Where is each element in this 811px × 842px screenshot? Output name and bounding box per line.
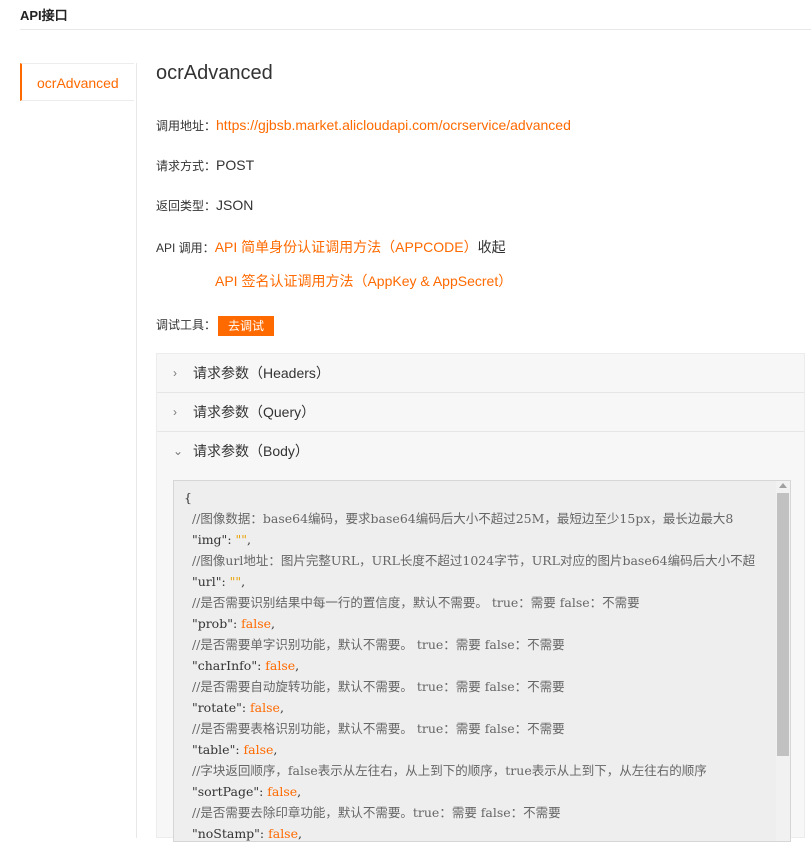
url-row: 调用地址：https://gjbsb.market.alicloudapi.co… [156, 117, 571, 134]
header-divider [20, 29, 811, 30]
chevron-right-icon: › [173, 366, 177, 380]
accordion-body[interactable]: ⌄ 请求参数（Body） [157, 432, 804, 470]
chevron-right-icon: › [173, 405, 177, 419]
code-comment: //是否需要表格识别功能，默认不需要。 true：需要 false：不需要 [191, 721, 565, 736]
code-key: "img" [191, 532, 228, 547]
code-comment: //是否需要自动旋转功能，默认不需要。 true：需要 false：不需要 [191, 679, 565, 694]
invoke-label: API 调用： [156, 241, 215, 255]
chevron-down-icon: ⌄ [173, 444, 184, 458]
method-label: 请求方式： [156, 159, 217, 173]
code-key: "prob" [191, 616, 233, 631]
code-field-line: "sortPage": false, [191, 784, 302, 799]
code-comment-line: //字块返回顺序，false表示从左往右，从上到下的顺序，true表示从上到下，… [184, 763, 707, 778]
code-comment-line: //图像数据：base64编码，要求base64编码后大小不超过25M，最短边至… [184, 511, 733, 526]
code-field-line: "url": "", [191, 574, 246, 589]
code-value: "" [229, 574, 242, 589]
accordion-headers[interactable]: › 请求参数（Headers） [157, 354, 804, 393]
code-value: false [268, 826, 298, 841]
accordion-query[interactable]: › 请求参数（Query） [157, 393, 804, 432]
code-key: "noStamp" [191, 826, 260, 841]
url-label: 调用地址： [156, 119, 217, 133]
code-key: "rotate" [191, 700, 242, 715]
appcode-method-link[interactable]: API 简单身份认证调用方法（APPCODE） [215, 239, 478, 255]
code-open-brace: { [184, 490, 192, 505]
code-comment: //字块返回顺序，false表示从左往右，从上到下的顺序，true表示从上到下，… [191, 763, 707, 778]
code-key: "charInfo" [191, 658, 258, 673]
code-value: false [267, 784, 298, 799]
code-comment-line: //是否需要去除印章功能，默认不需要。true：需要 false：不需要 [184, 805, 561, 820]
code-comment-line: //是否需要自动旋转功能，默认不需要。 true：需要 false：不需要 [184, 679, 565, 694]
api-url-link[interactable]: https://gjbsb.market.alicloudapi.com/ocr… [216, 117, 571, 133]
code-content: { //图像数据：base64编码，要求base64编码后大小不超过25M，最短… [174, 481, 790, 841]
scroll-thumb[interactable] [777, 493, 789, 756]
code-value: false [250, 700, 280, 715]
debug-label: 调试工具： [156, 318, 217, 333]
code-field-line: "table": false, [191, 742, 278, 757]
method-row: 请求方式：POST [156, 157, 254, 174]
accordion-headers-label: 请求参数（Headers） [193, 365, 330, 381]
debug-button[interactable]: 去调试 [218, 316, 275, 336]
return-type-label: 返回类型： [156, 199, 217, 213]
code-value: "" [235, 532, 248, 547]
code-scrollbar[interactable] [776, 481, 790, 841]
invoke-row-2: API 签名认证调用方法（AppKey & AppSecret） [215, 271, 512, 291]
code-field-line: "img": "", [191, 532, 251, 547]
code-comment: //是否需要识别结果中每一行的置信度，默认不需要。 true：需要 false：… [191, 595, 640, 610]
sidebar: ocrAdvanced [20, 63, 137, 838]
return-type-row: 返回类型：JSON [156, 197, 253, 214]
code-value: false [243, 742, 274, 757]
invoke-row: API 调用：API 简单身份认证调用方法（APPCODE）收起 [156, 237, 506, 257]
scroll-up-arrow-icon[interactable] [779, 483, 787, 488]
api-name-heading: ocrAdvanced [156, 62, 273, 84]
collapse-link[interactable]: 收起 [478, 239, 506, 255]
debug-row: 调试工具： 去调试 [156, 316, 275, 336]
code-comment: //是否需要单字识别功能，默认不需要。 true：需要 false：不需要 [191, 637, 565, 652]
code-field-line: "prob": false, [191, 616, 276, 631]
sidebar-item-ocradvanced[interactable]: ocrAdvanced [20, 63, 134, 101]
code-field-line: "charInfo": false, [191, 658, 300, 673]
code-value: false [241, 616, 272, 631]
method-value: POST [216, 157, 255, 173]
code-value: false [265, 658, 296, 673]
signature-method-link[interactable]: API 签名认证调用方法（AppKey & AppSecret） [215, 273, 512, 289]
request-params-accordion: › 请求参数（Headers） › 请求参数（Query） ⌄ 请求参数（Bod… [156, 353, 805, 842]
code-key: "sortPage" [191, 784, 260, 799]
code-field-line: "rotate": false, [191, 700, 284, 715]
code-comment-line: //是否需要单字识别功能，默认不需要。 true：需要 false：不需要 [184, 637, 565, 652]
code-field-line: "noStamp": false, [191, 826, 302, 841]
code-comment-line: //是否需要识别结果中每一行的置信度，默认不需要。 true：需要 false：… [184, 595, 640, 610]
accordion-query-label: 请求参数（Query） [193, 404, 316, 420]
accordion-body-label: 请求参数（Body） [193, 443, 309, 459]
code-comment-line: //图像url地址：图片完整URL，URL长度不超过1024字节，URL对应的图… [184, 553, 755, 568]
code-comment: //图像url地址：图片完整URL，URL长度不超过1024字节，URL对应的图… [191, 553, 756, 568]
code-comment: //图像数据：base64编码，要求base64编码后大小不超过25M，最短边至… [191, 511, 734, 526]
return-type-value: JSON [216, 197, 254, 213]
code-comment-line: //是否需要表格识别功能，默认不需要。 true：需要 false：不需要 [184, 721, 565, 736]
page-title: API接口 [20, 8, 68, 23]
code-key: "table" [191, 742, 236, 757]
body-code-block[interactable]: { //图像数据：base64编码，要求base64编码后大小不超过25M，最短… [173, 480, 791, 842]
code-key: "url" [191, 574, 222, 589]
code-comment: //是否需要去除印章功能，默认不需要。true：需要 false：不需要 [191, 805, 561, 820]
